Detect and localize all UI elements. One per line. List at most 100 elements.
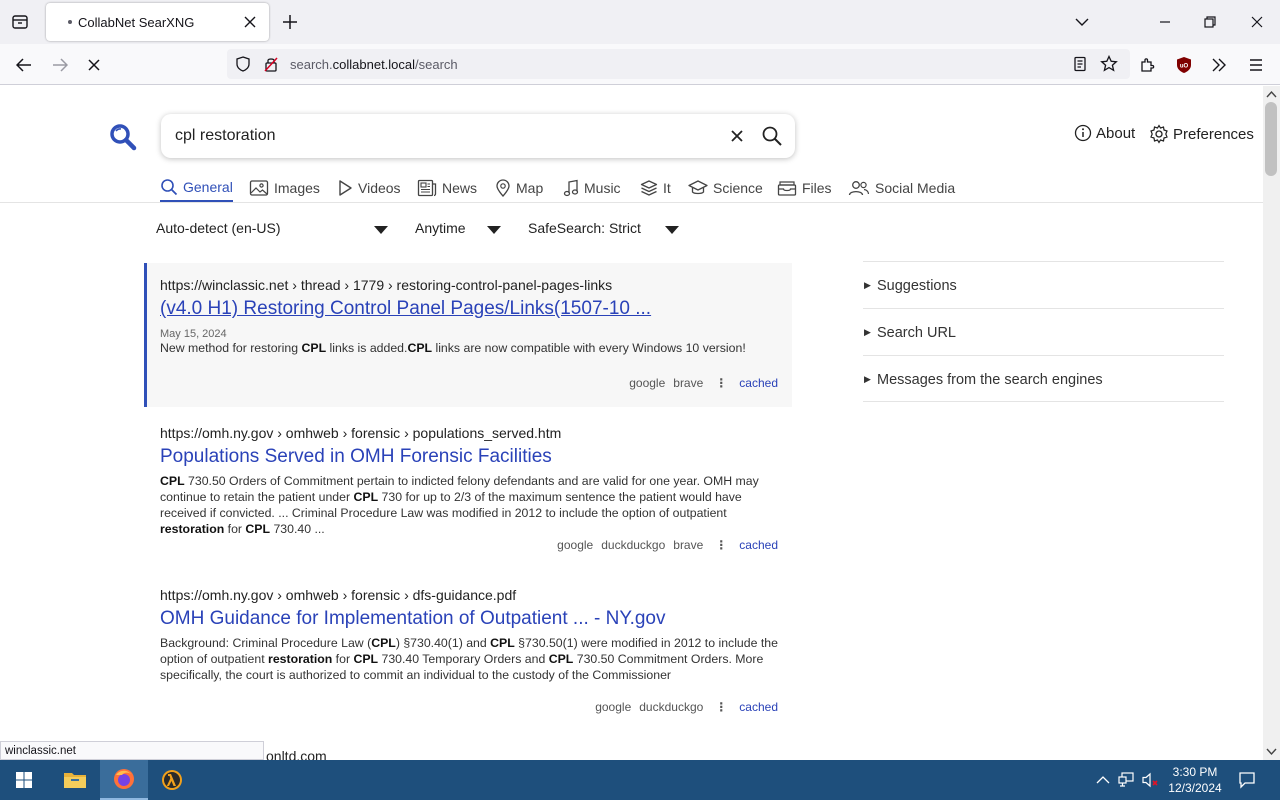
cached-link[interactable]: cached xyxy=(739,700,778,714)
reader-view-icon[interactable] xyxy=(1072,56,1088,72)
snippet-text: ) §730.40(1) and xyxy=(395,636,491,650)
engine-label: google xyxy=(629,376,666,390)
link-status-bar: winclassic.net xyxy=(0,741,264,760)
tab-videos[interactable]: Videos xyxy=(337,174,401,202)
half-life-taskbar-button[interactable] xyxy=(148,760,196,800)
close-window-button[interactable] xyxy=(1245,10,1269,34)
highlighted-term: restoration xyxy=(268,652,333,666)
back-button[interactable] xyxy=(12,53,36,77)
tab-general[interactable]: General xyxy=(160,174,233,202)
result-url: https://omh.ny.gov › omhweb › forensic ›… xyxy=(160,425,562,441)
overflow-menu-button[interactable] xyxy=(1207,53,1231,77)
engine-label: brave xyxy=(673,376,704,390)
windows-logo-icon xyxy=(16,772,32,788)
tab-music[interactable]: Music xyxy=(563,174,621,202)
address-bar[interactable]: search.collabnet.local/search xyxy=(227,49,1130,79)
chevron-up-icon xyxy=(1096,776,1110,784)
result-title-link[interactable]: OMH Guidance for Implementation of Outpa… xyxy=(160,608,792,630)
engine-messages-toggle[interactable]: ▶ Messages from the search engines xyxy=(863,355,1224,402)
highlighted-term: CPL xyxy=(245,522,271,536)
tab-list-button[interactable] xyxy=(6,9,34,35)
highlighted-term: CPL xyxy=(548,652,574,666)
snippet-text: 730.40 ... xyxy=(270,522,325,536)
result-snippet: New method for restoring CPL links is ad… xyxy=(160,340,780,356)
people-icon xyxy=(848,181,870,196)
taskbar: 3:30 PM 12/3/2024 xyxy=(0,760,1280,800)
tab-news[interactable]: News xyxy=(417,174,477,202)
music-note-icon xyxy=(563,179,579,197)
time-range-select[interactable]: Anytime xyxy=(415,220,505,240)
insecure-lock-icon[interactable] xyxy=(263,56,279,72)
scrollbar-thumb[interactable] xyxy=(1265,102,1277,176)
more-options-icon[interactable]: ⋮ xyxy=(711,700,731,714)
restore-button[interactable] xyxy=(1198,10,1222,34)
search-result: https://winclassic.net › thread › 1779 ›… xyxy=(144,263,792,407)
result-engines: google duckduckgo ⋮ cached xyxy=(595,700,778,714)
tab-close-button[interactable] xyxy=(241,13,259,31)
safesearch-select[interactable]: SafeSearch: Strict xyxy=(528,220,683,240)
stop-button[interactable] xyxy=(82,53,106,77)
browser-tab[interactable]: CollabNet SearXNG xyxy=(46,3,269,41)
ublock-origin-button[interactable]: uO xyxy=(1172,53,1196,77)
more-options-icon[interactable]: ⋮ xyxy=(711,376,731,390)
play-icon xyxy=(339,180,352,196)
bookmark-star-icon[interactable] xyxy=(1100,55,1118,73)
close-icon xyxy=(244,16,256,28)
magnifier-logo-icon xyxy=(110,124,137,151)
tab-images[interactable]: Images xyxy=(249,174,320,202)
system-clock[interactable]: 3:30 PM 12/3/2024 xyxy=(1164,764,1226,796)
tab-it[interactable]: It xyxy=(640,174,671,202)
tab-map[interactable]: Map xyxy=(495,174,543,202)
snippet-text: for xyxy=(224,522,246,536)
tab-title: CollabNet SearXNG xyxy=(78,15,195,30)
search-box xyxy=(161,114,795,158)
preferences-link[interactable]: Preferences xyxy=(1149,124,1254,144)
navigation-bar: search.collabnet.local/search uO xyxy=(0,44,1280,85)
svg-text:uO: uO xyxy=(1180,64,1189,70)
tab-social-media[interactable]: Social Media xyxy=(848,174,955,202)
chevron-down-icon xyxy=(1075,18,1089,26)
clock-date: 12/3/2024 xyxy=(1168,781,1222,795)
close-icon xyxy=(731,130,743,142)
result-title-link[interactable]: (v4.0 H1) Restoring Control Panel Pages/… xyxy=(160,298,792,320)
double-chevron-right-icon xyxy=(1212,58,1226,72)
more-options-icon[interactable]: ⋮ xyxy=(711,538,731,552)
action-center-button[interactable] xyxy=(1237,770,1257,790)
tab-science[interactable]: Science xyxy=(688,174,763,202)
tab-files[interactable]: Files xyxy=(777,174,832,202)
cached-link[interactable]: cached xyxy=(739,538,778,552)
result-snippet: CPL 730.50 Orders of Commitment pertain … xyxy=(160,473,780,537)
extensions-button[interactable] xyxy=(1136,53,1160,77)
result-title-link[interactable]: Populations Served in OMH Forensic Facil… xyxy=(160,446,792,468)
network-button[interactable] xyxy=(1117,770,1137,790)
network-icon xyxy=(1118,772,1134,787)
search-submit-button[interactable] xyxy=(761,125,783,147)
engine-label: duckduckgo xyxy=(601,538,666,552)
lambda-app-icon xyxy=(162,770,182,790)
shield-icon[interactable] xyxy=(235,56,251,72)
about-link[interactable]: About xyxy=(1074,124,1135,142)
searxng-logo[interactable] xyxy=(108,122,138,152)
app-menu-button[interactable] xyxy=(1244,53,1268,77)
forward-button[interactable] xyxy=(48,53,72,77)
volume-button[interactable] xyxy=(1141,770,1161,790)
url-text[interactable]: search.collabnet.local/search xyxy=(290,57,458,72)
dropdown-caret-icon xyxy=(374,226,388,234)
suggestions-toggle[interactable]: ▶ Suggestions xyxy=(863,261,1224,308)
list-all-tabs-button[interactable] xyxy=(1070,10,1094,34)
graduation-cap-icon xyxy=(688,180,708,195)
new-tab-button[interactable] xyxy=(279,11,301,33)
cached-link[interactable]: cached xyxy=(739,376,778,390)
show-hidden-icons-button[interactable] xyxy=(1093,770,1113,790)
language-select[interactable]: Auto-detect (en-US) xyxy=(156,220,391,240)
page-scrollbar[interactable] xyxy=(1263,86,1280,760)
firefox-taskbar-button[interactable] xyxy=(100,760,148,800)
close-icon xyxy=(1251,16,1263,28)
search-input[interactable] xyxy=(175,125,695,147)
minimize-button[interactable] xyxy=(1153,10,1177,34)
newspaper-icon xyxy=(417,179,437,197)
start-button[interactable] xyxy=(0,760,48,800)
search-url-toggle[interactable]: ▶ Search URL xyxy=(863,308,1224,355)
clear-search-button[interactable] xyxy=(727,126,747,146)
file-explorer-button[interactable] xyxy=(51,760,99,800)
